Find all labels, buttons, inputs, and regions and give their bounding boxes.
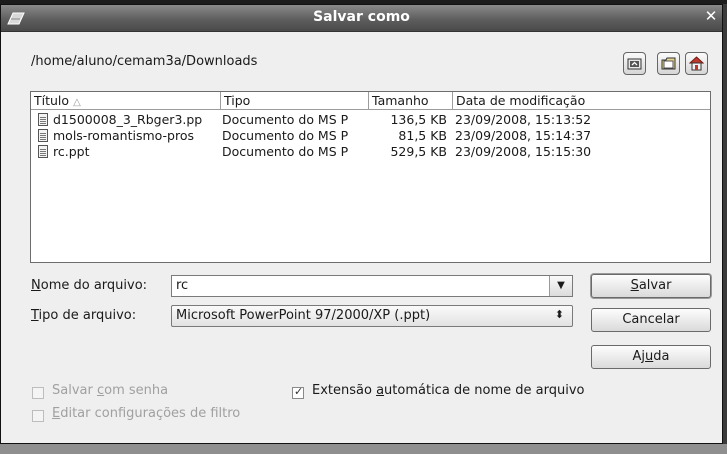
auto-extension-checkbox[interactable]: ✓	[292, 385, 304, 399]
file-list[interactable]: Título △ Tipo Tamanho Data de modificação…	[30, 91, 711, 263]
filetype-value: Microsoft PowerPoint 97/2000/XP (.ppt)	[176, 308, 431, 323]
file-modified: 23/09/2008, 15:14:37	[455, 128, 592, 143]
help-button[interactable]: Ajuda	[591, 345, 711, 369]
save-button[interactable]: Salvar	[591, 274, 711, 298]
new-folder-button[interactable]	[657, 52, 680, 75]
save-with-password-checkbox[interactable]	[32, 387, 44, 399]
window-title: Salvar como	[313, 9, 410, 25]
updown-arrows-icon: ⬍	[554, 308, 564, 321]
file-size: 529,5 KB	[390, 144, 447, 159]
go-up-folder-icon	[627, 58, 642, 70]
home-icon	[689, 56, 704, 71]
document-icon	[38, 145, 48, 158]
current-path: /home/aluno/cemam3a/Downloads	[31, 54, 258, 69]
file-name: d1500008_3_Rbger3.pp	[53, 112, 203, 127]
file-name: mols-romantismo-pros	[53, 128, 195, 143]
save-as-dialog: Salvar como ✕ /home/aluno/cemam3a/Downlo…	[0, 4, 723, 444]
file-size: 81,5 KB	[398, 128, 447, 143]
file-type: Documento do MS P	[222, 128, 349, 143]
column-header-title[interactable]: Título △	[31, 92, 221, 110]
file-type: Documento do MS P	[222, 112, 349, 127]
column-header-modified[interactable]: Data de modificação	[453, 92, 710, 110]
filename-combobox[interactable]: rc ▼	[171, 275, 573, 297]
file-row[interactable]: d1500008_3_Rbger3.pp Documento do MS P 1…	[31, 112, 710, 128]
file-row[interactable]: mols-romantismo-pros Documento do MS P 8…	[31, 128, 710, 144]
title-bar[interactable]: Salvar como ✕	[1, 5, 722, 32]
window-shadow-right	[723, 4, 727, 454]
file-row[interactable]: rc.ppt Documento do MS P 529,5 KB 23/09/…	[31, 144, 710, 160]
column-header-type[interactable]: Tipo	[221, 92, 369, 110]
home-folder-button[interactable]	[685, 52, 708, 75]
cancel-button[interactable]: Cancelar	[591, 308, 711, 332]
new-folder-icon	[661, 57, 676, 70]
document-icon	[38, 129, 48, 142]
save-with-password-label: Salvar com senha	[52, 383, 169, 398]
column-header-title-label: Título	[34, 93, 70, 108]
file-type: Documento do MS P	[222, 144, 349, 159]
edit-filter-settings-label: Editar configurações de filtro	[52, 406, 241, 421]
document-icon	[38, 113, 48, 126]
window-shadow-bottom	[0, 444, 727, 454]
auto-extension-label: Extensão automática de nome de arquivo	[312, 383, 585, 398]
filename-label: Nome do arquivo:	[31, 278, 148, 293]
filename-input[interactable]: rc	[176, 278, 188, 293]
close-icon[interactable]: ✕	[702, 7, 720, 27]
checkmark-icon: ✓	[294, 385, 304, 398]
edit-filter-settings-checkbox[interactable]	[32, 410, 44, 422]
filetype-label: Tipo de arquivo:	[31, 308, 137, 323]
go-up-folder-button[interactable]	[623, 52, 646, 75]
file-modified: 23/09/2008, 15:15:30	[455, 144, 592, 159]
column-header-size[interactable]: Tamanho	[369, 92, 453, 110]
file-name: rc.ppt	[53, 144, 90, 159]
chevron-down-icon[interactable]: ▼	[549, 276, 572, 296]
file-modified: 23/09/2008, 15:13:52	[455, 112, 592, 127]
file-size: 136,5 KB	[390, 112, 447, 127]
filetype-select[interactable]: Microsoft PowerPoint 97/2000/XP (.ppt) ⬍	[171, 305, 573, 327]
sort-ascending-icon: △	[73, 97, 81, 108]
